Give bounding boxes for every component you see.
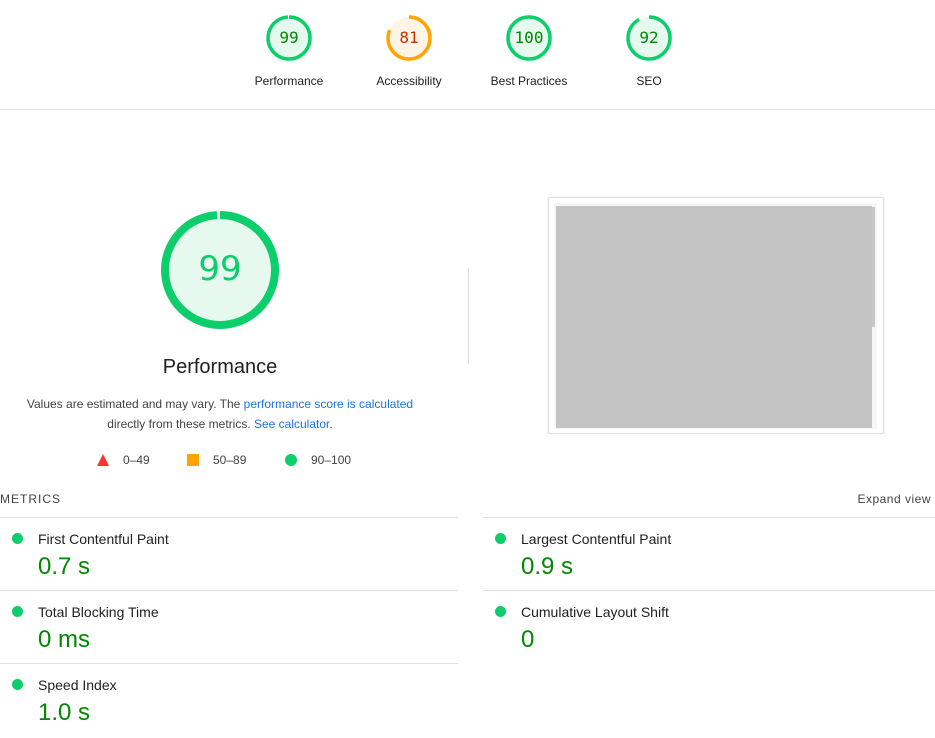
- performance-gauge: 99: [160, 210, 280, 330]
- gauge-accessibility[interactable]: 81 Accessibility: [349, 14, 469, 88]
- legend-range: 50–89: [213, 453, 247, 467]
- gauge-score: 92: [639, 28, 659, 47]
- circle-icon: [285, 454, 297, 466]
- performance-title: Performance: [162, 356, 278, 378]
- legend-pass: 90–100: [285, 453, 351, 467]
- description-text: directly from these metrics.: [107, 417, 254, 431]
- screenshot-frame: [554, 203, 877, 429]
- gauge-ring: 100: [505, 14, 553, 62]
- performance-score: 99: [198, 249, 242, 289]
- legend-average: 50–89: [187, 453, 246, 467]
- gauge-label: SEO: [636, 74, 662, 88]
- metric-value: 0.9 s: [521, 553, 574, 580]
- metric-name: First Contentful Paint: [38, 531, 169, 547]
- pass-circle-icon: [12, 606, 23, 617]
- legend-range: 90–100: [311, 453, 352, 467]
- pass-circle-icon: [12, 679, 23, 690]
- metric-total-blocking-time: Total Blocking Time 0 ms: [0, 590, 458, 664]
- gauge-seo[interactable]: 92 SEO: [589, 14, 709, 88]
- screenshot-image: [556, 206, 872, 428]
- description-text: Values are estimated and may vary. The: [26, 397, 244, 411]
- triangle-icon: [97, 454, 109, 466]
- gauge-score: 81: [399, 28, 419, 47]
- metric-speed-index: Speed Index 1.0 s: [0, 663, 458, 737]
- legend-fail: 0–49: [97, 453, 150, 467]
- gauge-ring: 99: [265, 14, 313, 62]
- category-gauges-bar: 99 Performance 81 Accessibility 100 Best…: [0, 0, 935, 110]
- gauge-best-practices[interactable]: 100 Best Practices: [469, 14, 589, 88]
- metrics-header: METRICS: [0, 492, 61, 506]
- metric-name: Largest Contentful Paint: [521, 531, 672, 547]
- gauge-performance[interactable]: 99 Performance: [229, 14, 349, 88]
- gauge-ring: 81: [385, 14, 433, 62]
- gauge-score: 100: [514, 28, 544, 47]
- description-text: .: [329, 417, 333, 431]
- screenshot-scrollbar: [872, 207, 875, 327]
- vertical-divider: [468, 268, 469, 364]
- pass-circle-icon: [495, 606, 506, 617]
- score-calculated-link[interactable]: performance score is calculated: [244, 397, 413, 411]
- square-icon: [187, 454, 199, 466]
- final-screenshot[interactable]: [548, 197, 884, 434]
- performance-description: Values are estimated and may vary. The p…: [20, 394, 420, 434]
- gauge-label: Accessibility: [376, 74, 442, 88]
- metric-value: 0: [521, 626, 535, 653]
- metric-first-contentful-paint: First Contentful Paint 0.7 s: [0, 517, 458, 591]
- gauge-label: Best Practices: [490, 74, 568, 88]
- metric-name: Speed Index: [38, 677, 117, 693]
- legend-range: 0–49: [123, 453, 150, 467]
- gauge-score: 99: [279, 28, 299, 47]
- pass-circle-icon: [12, 533, 23, 544]
- metric-value: 0 ms: [38, 626, 91, 653]
- gauge-label: Performance: [254, 74, 324, 88]
- pass-circle-icon: [495, 533, 506, 544]
- score-legend: 0–49 50–89 90–100: [0, 453, 440, 469]
- metric-value: 1.0 s: [38, 699, 91, 726]
- metric-cumulative-layout-shift: Cumulative Layout Shift 0: [483, 590, 935, 664]
- metric-largest-contentful-paint: Largest Contentful Paint 0.9 s: [483, 517, 935, 591]
- gauge-ring: 92: [625, 14, 673, 62]
- metric-value: 0.7 s: [38, 553, 91, 580]
- metric-name: Total Blocking Time: [38, 604, 159, 620]
- see-calculator-link[interactable]: See calculator: [254, 417, 329, 431]
- expand-view-toggle[interactable]: Expand view: [857, 492, 931, 506]
- metric-name: Cumulative Layout Shift: [521, 604, 669, 620]
